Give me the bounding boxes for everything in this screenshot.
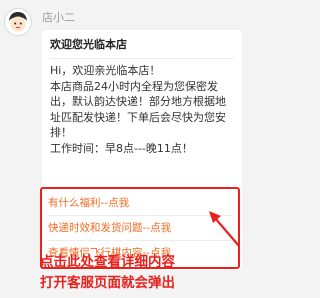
message-body: Hi，欢迎亲光临本店！ 本店商品24小时内全程为您保密发出，默认韵达快递！部分地… <box>50 64 226 155</box>
agent-name: 店小二 <box>42 11 75 24</box>
shopkeeper-avatar-icon[interactable] <box>4 8 32 36</box>
red-arrow-icon <box>209 211 240 247</box>
message-title: 欢迎您光临本店 <box>50 38 127 51</box>
message-divider <box>50 58 234 59</box>
annotation-text: 点击此处查看详细内容 打开客服页面就会弹出 <box>40 254 175 291</box>
